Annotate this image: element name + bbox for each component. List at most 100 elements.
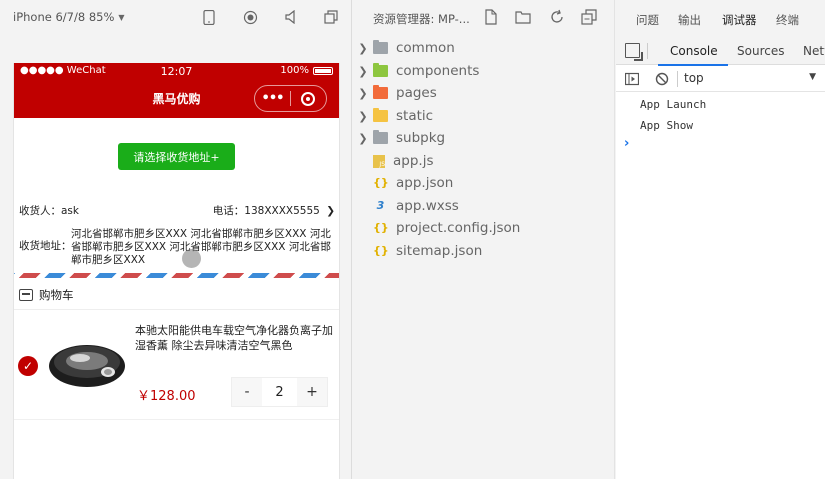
tree-item-label: app.wxss [396,198,459,214]
menu-capsule: ••• [254,85,327,112]
quantity-value[interactable]: 2 [262,385,297,400]
checkmark-icon: ✓ [22,359,34,373]
new-file-icon[interactable] [483,9,499,25]
record-icon[interactable] [242,9,258,25]
collapse-all-icon[interactable] [581,9,597,25]
simulator-toolbar: iPhone 6/7/8 85% ▼ [0,0,352,34]
folder-icon [373,63,388,77]
device-label: iPhone 6/7/8 85% [13,10,115,24]
select-checkbox[interactable]: ✓ [18,356,38,376]
chevron-down-icon: ▼ [118,12,125,22]
phone-label-group: 电话：138XXXX5555 ❯ [213,203,335,218]
explorer-pane: 资源管理器: MP-... ❯ common ❯ components ❯ pa… [353,0,615,479]
simulator-pane: iPhone 6/7/8 85% ▼ ●●●●● WeChat 12:07 10… [0,0,352,479]
console-log-line: App Show [640,119,693,132]
touch-indicator [182,249,201,268]
cart-title: 购物车 [39,288,74,302]
tree-item-label: components [396,63,480,79]
receiver-row[interactable]: 收货人：ask 电话：138XXXX5555 ❯ [19,203,335,218]
tree-item-label: subpkg [396,130,446,146]
devtools-tabs: Console Sources Netw [616,37,825,66]
folder-icon [373,40,388,54]
address-border-stripe [14,273,339,278]
console-prompt[interactable]: › [624,136,629,151]
volume-icon[interactable] [283,9,299,25]
shop-icon [19,289,33,301]
multi-window-icon[interactable] [323,9,339,25]
panel-tabs: 问题 输出 调试器 终端 [616,0,825,40]
folder-icon [373,130,388,144]
explorer-title: 资源管理器: MP-... [373,12,470,26]
choose-address-button[interactable]: 请选择收货地址+ [118,143,235,170]
chevron-down-icon: ▼ [809,72,816,82]
tab-network[interactable]: Netw [803,44,825,58]
battery-status: 100% [280,65,333,76]
sidebar-toggle-icon[interactable] [625,72,639,86]
phone-label: 电话：138XXXX5555 [212,205,320,217]
tree-item-label: app.json [396,175,454,191]
context-value: top [684,71,704,85]
inspect-element-icon[interactable] [625,43,643,61]
phone-screen: ●●●●● WeChat 12:07 100% 黑马优购 ••• 请选择收货地址… [13,63,340,479]
divider [14,309,339,310]
tree-folder-components[interactable]: ❯ components [353,61,615,81]
more-menu-button[interactable]: ••• [255,91,290,106]
divider [14,419,339,420]
status-bar: ●●●●● WeChat 12:07 100% [14,63,339,80]
decrease-button[interactable]: - [232,378,262,406]
debug-pane: 问题 输出 调试器 终端 Console Sources Netw top ▼ … [616,0,825,479]
json-file-icon: {} [373,221,389,234]
tab-console[interactable]: Console [658,44,728,66]
tab-debugger[interactable]: 调试器 [720,12,758,40]
goods-item[interactable]: ✓ 本驰太阳能供电车载空气净化器负离子加湿香薰 除尘去异味清洁空气黑色 ￥128… [14,311,339,416]
tree-item-label: common [396,40,455,56]
js-file-icon: JS [373,154,385,168]
tree-item-label: project.config.json [396,220,521,236]
tree-file-sitemap[interactable]: {} sitemap.json [353,241,615,261]
phone-icon[interactable] [201,9,217,25]
address-label: 收货地址： [19,240,72,252]
tree-item-label: sitemap.json [396,243,483,259]
folder-icon [373,85,388,99]
ide-window: iPhone 6/7/8 85% ▼ ●●●●● WeChat 12:07 10… [0,0,825,479]
chevron-right-icon: ❯ [358,109,368,123]
folder-icon [373,108,388,122]
quantity-stepper: - 2 + [231,377,328,407]
tab-problems[interactable]: 问题 [636,12,659,28]
device-select[interactable]: iPhone 6/7/8 85% ▼ [13,10,125,24]
goods-name[interactable]: 本驰太阳能供电车载空气净化器负离子加湿香薰 除尘去异味清洁空气黑色 [135,323,335,353]
tree-file-app-js[interactable]: JS app.js [353,151,615,171]
tree-folder-pages[interactable]: ❯ pages [353,83,615,103]
divider [677,71,678,87]
cart-header: 购物车 [19,287,74,303]
goods-price: ￥128.00 [137,389,196,404]
chevron-right-icon: ❯ [358,64,368,78]
battery-icon [313,66,333,75]
console-log-line: App Launch [640,98,707,111]
chevron-right-icon: ❯ [358,86,368,100]
refresh-icon[interactable] [549,9,565,25]
tree-file-project-config[interactable]: {} project.config.json [353,218,615,238]
chevron-right-icon: ❯ [358,131,368,145]
json-file-icon: {} [373,244,389,257]
context-select[interactable]: top ▼ [684,71,822,85]
tab-output[interactable]: 输出 [678,12,701,28]
target-icon [301,91,316,106]
divider [647,43,648,59]
tab-sources[interactable]: Sources [737,44,784,58]
clear-console-icon[interactable] [655,72,669,86]
tab-terminal[interactable]: 终端 [776,12,799,28]
goods-image[interactable] [44,331,130,397]
tree-folder-subpkg[interactable]: ❯ subpkg [353,128,615,148]
tree-file-app-json[interactable]: {} app.json [353,173,615,193]
new-folder-icon[interactable] [515,9,531,25]
tree-folder-common[interactable]: ❯ common [353,38,615,58]
increase-button[interactable]: + [297,378,327,406]
tree-item-label: pages [396,85,437,101]
tree-folder-static[interactable]: ❯ static [353,106,615,126]
battery-percent: 100% [280,65,309,76]
close-miniprogram-button[interactable] [291,91,326,106]
tree-file-app-wxss[interactable]: 3 app.wxss [353,196,615,216]
tree-item-label: static [396,108,434,124]
chevron-right-icon: ❯ [326,205,335,217]
